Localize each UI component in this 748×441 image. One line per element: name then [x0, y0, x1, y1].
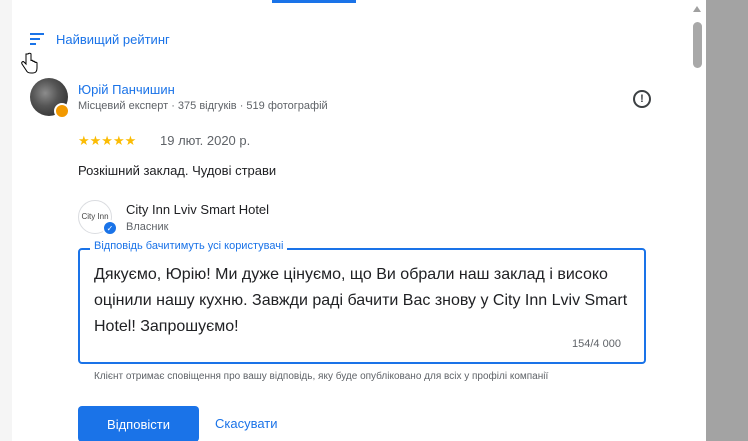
verified-check-icon: ✓ [102, 220, 118, 236]
reviewer-meta: Місцевий експерт · 375 відгуків · 519 фо… [78, 100, 328, 112]
local-guide-badge-icon [54, 103, 70, 119]
reply-field-label: Відповідь бачитимуть усі користувачі [90, 240, 288, 252]
submit-reply-button[interactable]: Відповісти [78, 406, 199, 441]
scroll-thumb[interactable] [693, 22, 702, 68]
owner-name: City Inn Lviv Smart Hotel [126, 202, 270, 217]
reviewer-name[interactable]: Юрій Панчишин [78, 82, 175, 97]
background-overlay [706, 0, 748, 441]
background-left [0, 0, 12, 441]
report-flag-icon[interactable]: ! [633, 90, 651, 108]
character-counter: 154/4 000 [572, 338, 621, 350]
active-tab-indicator [272, 0, 356, 3]
review-date: 19 лют. 2020 р. [160, 133, 251, 148]
owner-role: Власник [126, 221, 169, 233]
hand-cursor-icon [21, 52, 38, 74]
reply-notice: Клієнт отримає сповіщення про вашу відпо… [94, 371, 549, 382]
review-text: Розкішний заклад. Чудові страви [78, 163, 277, 178]
sort-label: Найвищий рейтинг [56, 31, 170, 47]
sort-icon [30, 33, 46, 45]
reply-text[interactable]: Дякуємо, Юрію! Ми дуже цінуємо, що Ви об… [94, 262, 634, 340]
sort-button[interactable]: Найвищий рейтинг [30, 28, 170, 50]
cancel-button[interactable]: Скасувати [215, 416, 278, 431]
reviews-panel: Найвищий рейтинг Юрій Панчишин Місцевий … [12, 0, 706, 441]
rating-stars: ★★★★★ [78, 133, 137, 148]
scroll-up-arrow-icon[interactable] [693, 6, 701, 12]
